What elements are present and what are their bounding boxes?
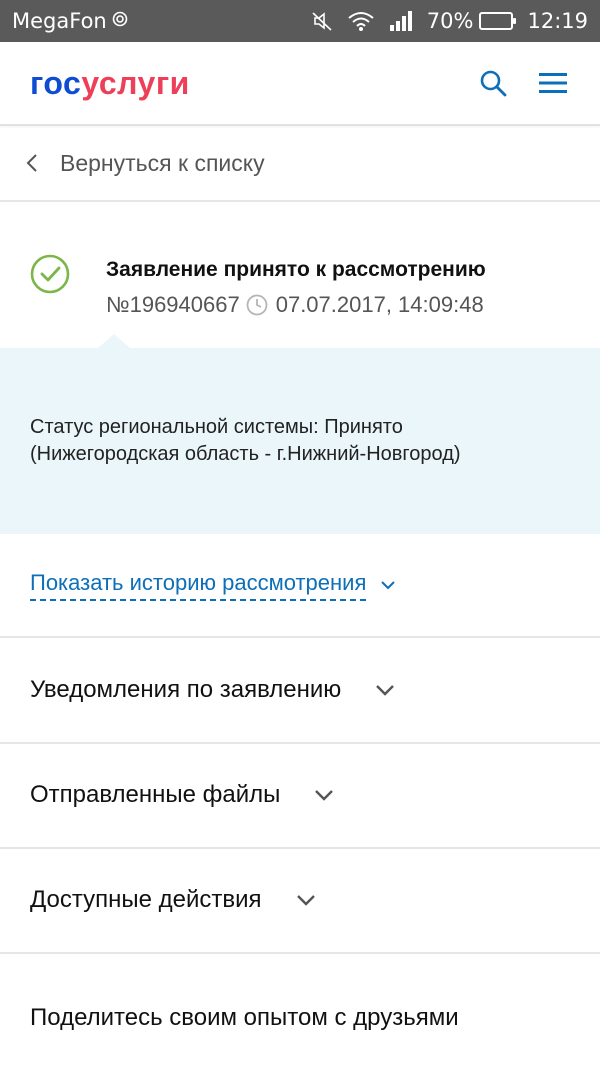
history-toggle[interactable]: Показать историю рассмотрения	[0, 534, 600, 638]
gosuslugi-logo[interactable]: госуслуги	[30, 65, 190, 102]
regional-status-text: Статус региональной системы: Принято (Ни…	[30, 414, 590, 468]
carrier-signal-icon	[111, 10, 129, 33]
back-to-list-link[interactable]: Вернуться к списку	[0, 126, 600, 202]
chevron-down-icon	[380, 580, 396, 590]
clock-time: 12:19	[527, 9, 588, 33]
carrier-name: MegaFon	[12, 9, 107, 33]
battery-icon	[479, 12, 517, 30]
back-label: Вернуться к списку	[60, 149, 265, 176]
regional-status-line-1: Статус региональной системы: Принято	[30, 416, 403, 438]
clock-icon	[246, 294, 268, 316]
cell-signal-icon	[389, 10, 413, 32]
battery-percent: 70%	[426, 9, 474, 33]
chevron-down-icon	[296, 894, 316, 906]
application-meta: №196940667 07.07.2017, 14:09:48	[106, 292, 484, 318]
chevron-down-icon	[375, 684, 395, 696]
regional-status-panel: Статус региональной системы: Принято (Ни…	[0, 334, 600, 534]
app-header: госуслуги	[0, 42, 600, 126]
check-circle-icon	[30, 254, 70, 294]
available-actions-section[interactable]: Доступные действия	[0, 848, 600, 954]
application-number: №196940667	[106, 292, 240, 317]
show-history-link[interactable]: Показать историю рассмотрения	[30, 570, 367, 601]
chevron-left-icon	[26, 153, 38, 173]
panel-notch	[98, 334, 130, 348]
section-label: Отправленные файлы	[30, 781, 281, 808]
wifi-icon	[347, 10, 375, 32]
sent-files-section[interactable]: Отправленные файлы	[0, 743, 600, 849]
application-status: Заявление принято к рассмотрению №196940…	[0, 202, 600, 348]
status-bar: MegaFon 70% 12:19	[0, 0, 600, 42]
battery-indicator: 70%	[426, 9, 517, 33]
menu-icon[interactable]	[536, 66, 570, 100]
chevron-down-icon	[314, 789, 334, 801]
logo-part-gos: гос	[30, 64, 82, 101]
application-datetime: 07.07.2017, 14:09:48	[275, 292, 484, 317]
logo-part-uslugi: услуги	[81, 64, 190, 101]
notifications-section[interactable]: Уведомления по заявлению	[0, 638, 600, 744]
status-title: Заявление принято к рассмотрению	[106, 258, 486, 281]
section-label: Доступные действия	[30, 886, 262, 913]
share-experience-heading: Поделитесь своим опытом с друзьями	[30, 1004, 459, 1031]
mute-icon	[311, 10, 333, 32]
regional-status-line-2: (Нижегородская область - г.Нижний-Новгор…	[30, 443, 461, 465]
search-icon[interactable]	[476, 66, 510, 100]
section-label: Уведомления по заявлению	[30, 676, 342, 703]
